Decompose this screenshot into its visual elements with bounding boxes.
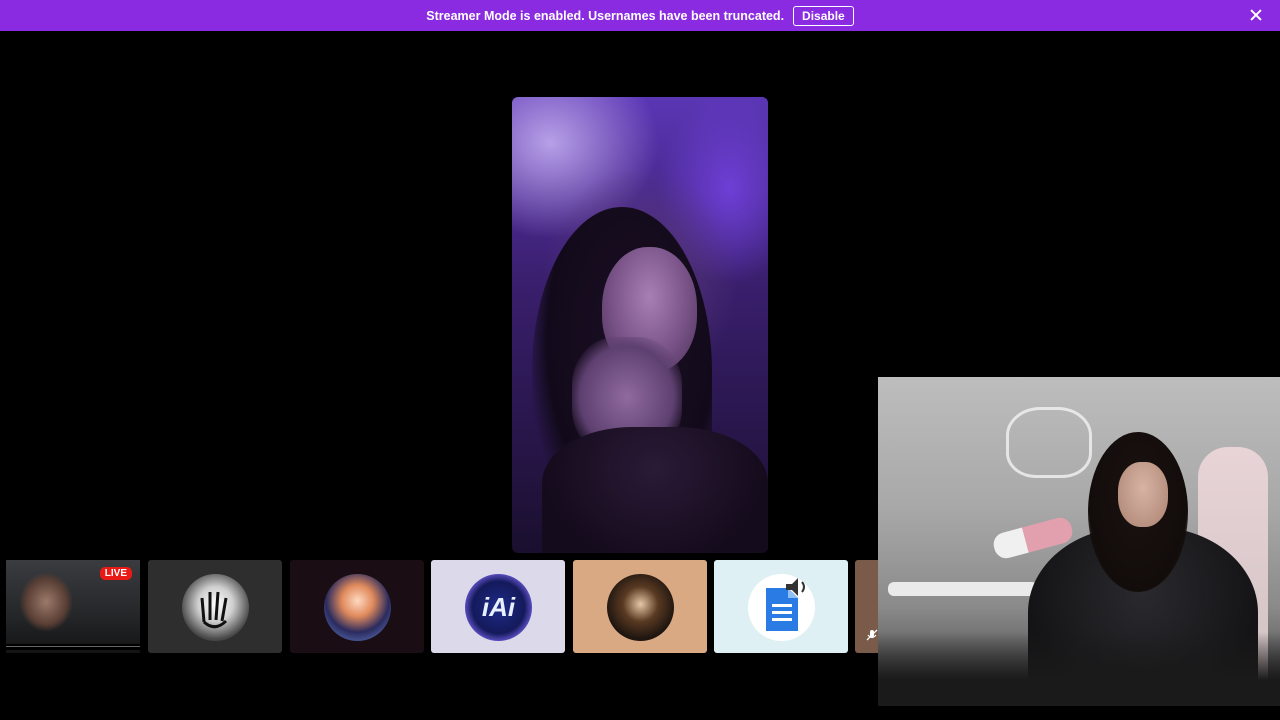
disable-streamer-mode-button[interactable]: Disable (793, 5, 854, 26)
mic-boom-arm (888, 582, 1038, 596)
video-figure-body (542, 427, 768, 553)
participant-tile[interactable]: iAi (431, 560, 565, 653)
anime-character-avatar-icon (324, 573, 391, 641)
streamer-mode-banner: Streamer Mode is enabled. Usernames have… (0, 0, 1280, 31)
desk-foreground (878, 632, 1280, 706)
close-icon[interactable] (1248, 7, 1264, 23)
anime-warrior-avatar-icon (607, 573, 674, 641)
wall-neon-sign (1006, 407, 1092, 478)
participant-tile-partial[interactable] (855, 560, 878, 653)
participant-tile[interactable] (290, 560, 424, 653)
document-glyph (766, 577, 805, 631)
iai-logo-text: iAi (481, 591, 516, 622)
live-badge: LIVE (99, 567, 132, 580)
streamer-face (1118, 462, 1168, 527)
participant-tile[interactable] (148, 560, 282, 653)
participant-strip: LIVE iAi (0, 560, 878, 654)
live-stream-tile[interactable]: LIVE (6, 560, 140, 653)
streamer-webcam-overlay (878, 377, 1280, 706)
participant-tile[interactable] (714, 560, 848, 653)
main-participant-video[interactable] (512, 97, 768, 553)
hand-glyph (200, 591, 228, 628)
microphone-muted-icon (866, 629, 878, 641)
streamer-mode-message: Streamer Mode is enabled. Usernames have… (426, 8, 785, 23)
participant-tile[interactable] (573, 560, 707, 653)
stream-progress-bar (6, 644, 140, 650)
iai-logo-avatar-icon: iAi (465, 573, 532, 641)
document-audio-avatar-icon (748, 573, 815, 641)
hand-avatar-icon (182, 573, 249, 641)
